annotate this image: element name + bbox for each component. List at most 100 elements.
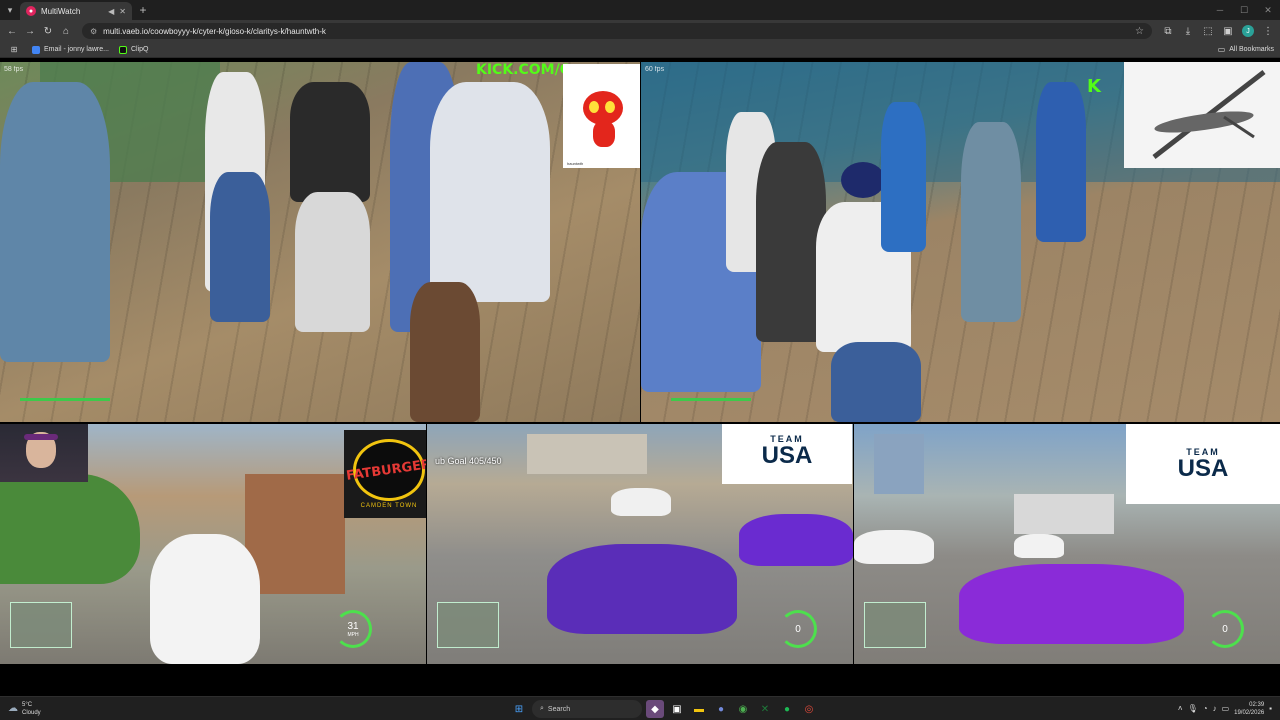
character-blue-suit	[1036, 82, 1086, 242]
taskbar-apps: ⊞ ⌕ Search ◆ ▣ ▬ ● ◉ ✕ ● ◎	[510, 700, 818, 718]
character-legs	[410, 282, 480, 422]
kick-overlay-text: K	[1087, 76, 1101, 97]
bookmark-email-label: Email - jonny lawre...	[44, 46, 109, 53]
spotify-icon[interactable]: ●	[778, 700, 796, 718]
clock[interactable]: 02:39 19/02/2026	[1234, 701, 1264, 717]
white-car	[854, 530, 934, 564]
stream-bottom-left[interactable]: FATBURGER CAMDEN TOWN 31 MPH	[0, 424, 426, 664]
extension-2-icon[interactable]: ▣	[1220, 23, 1236, 39]
tab-mute-icon[interactable]: ◀	[108, 7, 114, 16]
stream-bottom-middle[interactable]: ub Goal 405/450 TEAM USA 0	[427, 424, 853, 664]
close-window-icon[interactable]: ✕	[1256, 5, 1280, 16]
tray-overflow-icon[interactable]: ˄	[1178, 704, 1183, 713]
maximize-icon[interactable]: ☐	[1232, 5, 1256, 16]
clock-time: 02:39	[1249, 701, 1265, 708]
bookmark-clipq[interactable]: ClipQ	[118, 45, 149, 54]
white-car	[611, 488, 671, 516]
forward-icon[interactable]: →	[22, 23, 38, 39]
clock-date: 19/02/2026	[1234, 709, 1265, 716]
minimap	[10, 602, 72, 648]
apps-grid-icon[interactable]: ⊞	[6, 42, 22, 58]
profile-button[interactable]: J	[1240, 23, 1256, 39]
speedometer: 31 MPH	[334, 610, 372, 648]
discord-icon[interactable]: ●	[712, 700, 730, 718]
character-plaid	[0, 82, 110, 362]
xbox-icon[interactable]: ✕	[756, 700, 774, 718]
window-controls: ─ ☐ ✕	[1208, 5, 1280, 16]
url-text[interactable]: multi.vaeb.io/coowboyyy-k/cyter-k/gioso-…	[103, 27, 1129, 36]
clipq-icon	[118, 45, 127, 54]
minimap	[864, 602, 926, 648]
bookmark-email[interactable]: Email - jonny lawre...	[32, 45, 109, 54]
volume-icon[interactable]: ♪	[1213, 704, 1217, 713]
chrome-icon[interactable]: ◉	[734, 700, 752, 718]
bookmark-clipq-label: ClipQ	[130, 46, 149, 53]
speedometer: 0	[779, 610, 817, 648]
webcam-overlay	[0, 424, 88, 482]
speedometer: 0	[1206, 610, 1244, 648]
site-info-icon[interactable]: ⚙	[90, 27, 97, 36]
profile-avatar-icon: J	[1242, 25, 1254, 37]
tab-multiwatch[interactable]: ● MultiWatch ◀ ✕	[20, 2, 132, 20]
minimize-icon[interactable]: ─	[1208, 5, 1232, 16]
windows-start-icon[interactable]: ⊞	[510, 700, 528, 718]
new-tab-button[interactable]: +	[132, 3, 154, 17]
app-icon[interactable]: ◎	[800, 700, 818, 718]
building	[527, 434, 647, 474]
home-icon[interactable]: ⌂	[58, 23, 74, 39]
character-black-shirt	[290, 82, 370, 202]
team-usa-line2: USA	[761, 442, 813, 469]
team-usa-overlay: TEAM USA	[1126, 424, 1280, 504]
stream-bottom-right[interactable]: TEAM USA 0	[854, 424, 1280, 664]
fatburger-location: CAMDEN TOWN	[360, 503, 418, 509]
character-blue-pants	[210, 172, 270, 322]
system-tray: ˄ 🎙 ◔ ♪ ▭ 02:39 19/02/2026 ▪	[1178, 701, 1280, 717]
white-car	[150, 534, 260, 664]
weather-widget[interactable]: ☁ 5°C Cloudy	[0, 701, 41, 717]
microphone-icon[interactable]: 🎙	[1188, 704, 1198, 713]
speed-unit: MPH	[347, 631, 359, 638]
purple-car	[959, 564, 1184, 644]
windows-taskbar: ☁ 5°C Cloudy ⊞ ⌕ Search ◆ ▣ ▬ ● ◉ ✕ ● ◎ …	[0, 696, 1280, 720]
tab-close-icon[interactable]: ✕	[119, 7, 126, 16]
fatburger-logo-icon: FATBURGER	[346, 439, 426, 501]
download-icon[interactable]: ⤓	[1180, 23, 1196, 39]
multiwatch-page: 58 fps KICK.COM/C hauntwth 60 fps K FATB…	[0, 58, 1280, 696]
character-white-jersey	[430, 82, 550, 302]
address-bar[interactable]: ⚙ multi.vaeb.io/coowboyyy-k/cyter-k/gios…	[82, 23, 1152, 39]
widgets-app-icon[interactable]: ◆	[646, 700, 664, 718]
wifi-icon[interactable]: ◔	[1203, 704, 1208, 713]
tab-title: MultiWatch	[41, 6, 81, 16]
taskbar-search[interactable]: ⌕ Search	[532, 700, 642, 718]
folder-icon: ▭	[1217, 45, 1226, 54]
devil-caption: hauntwth	[567, 161, 584, 166]
character-white-pants	[295, 192, 370, 332]
menu-icon[interactable]: ⋮	[1260, 23, 1276, 39]
health-bar	[671, 398, 751, 401]
task-view-icon[interactable]: ▣	[668, 700, 686, 718]
devil-mascot-icon	[573, 81, 633, 151]
drone-icon	[1152, 70, 1266, 159]
battery-icon[interactable]: ▭	[1222, 704, 1230, 713]
bookmark-star-icon[interactable]: ☆	[1135, 26, 1144, 37]
browser-tabbar: ▾ ● MultiWatch ◀ ✕ + ─ ☐ ✕	[0, 0, 1280, 20]
tab-search-chevron-icon[interactable]: ▾	[0, 0, 20, 20]
extensions-icon[interactable]: ⧉	[1160, 23, 1176, 39]
fatburger-overlay: FATBURGER CAMDEN TOWN	[344, 430, 426, 518]
browser-navbar: ← → ↻ ⌂ ⚙ multi.vaeb.io/coowboyyy-k/cyte…	[0, 20, 1280, 42]
skyline	[874, 434, 924, 494]
notifications-icon[interactable]: ▪	[1269, 704, 1272, 713]
all-bookmarks-label: All Bookmarks	[1229, 46, 1274, 53]
weather-temperature: 5°C	[22, 701, 33, 708]
extension-icon[interactable]: ⬚	[1200, 23, 1216, 39]
reload-icon[interactable]: ↻	[40, 23, 56, 39]
drone-overlay	[1124, 62, 1280, 168]
sub-goal-text: ub Goal 405/450	[435, 456, 502, 466]
all-bookmarks[interactable]: ▭ All Bookmarks	[1218, 45, 1274, 54]
fatburger-brand: FATBURGER	[345, 456, 426, 484]
back-icon[interactable]: ←	[4, 23, 20, 39]
fps-counter: 60 fps	[645, 66, 665, 73]
stream-top-left[interactable]: 58 fps KICK.COM/C hauntwth	[0, 62, 640, 422]
white-car-2	[1014, 534, 1064, 558]
file-explorer-icon[interactable]: ▬	[690, 700, 708, 718]
